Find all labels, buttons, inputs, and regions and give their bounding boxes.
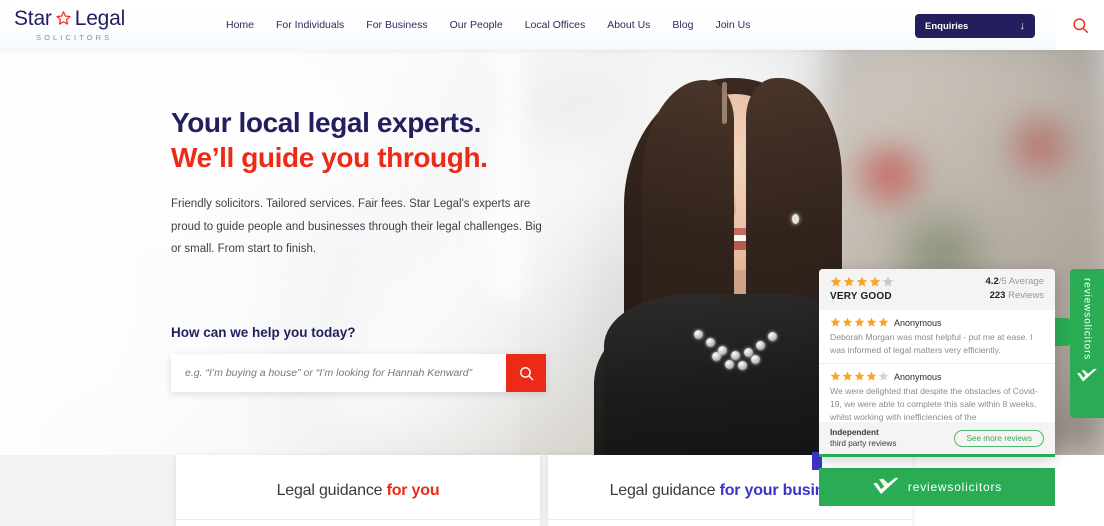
guidance-cards-row: Legal guidance for you Legal guidance fo…: [176, 455, 912, 526]
card-divider: [176, 519, 912, 520]
search-heading: How can we help you today?: [171, 325, 356, 340]
summary-score: 4.2: [985, 276, 999, 287]
nav-item-blog[interactable]: Blog: [672, 19, 693, 31]
hero-search-section: How can we help you today?: [171, 325, 546, 392]
search-input[interactable]: [171, 354, 506, 392]
page-background-strip: [0, 492, 176, 526]
summary-count-suffix: Reviews: [1005, 290, 1044, 301]
summary-review-count: 223 Reviews: [986, 290, 1044, 301]
header-search-toggle[interactable]: [1056, 0, 1104, 50]
star-filled-icon: [843, 276, 855, 287]
summary-score-suffix: /5 Average: [998, 276, 1044, 287]
review-text: Deborah Morgan was most helpful - put me…: [830, 332, 1033, 356]
bg-decor-flowers: [1000, 110, 1080, 180]
review-widget: VERY GOOD 4.2/5 Average 223 Reviews Anon…: [819, 269, 1055, 457]
main-navigation: Home For Individuals For Business Our Pe…: [226, 19, 750, 31]
portrait-necklace: [688, 328, 784, 378]
star-empty-icon: [882, 276, 894, 287]
nav-item-join-us[interactable]: Join Us: [715, 19, 750, 31]
summary-average: 4.2/5 Average: [986, 276, 1044, 287]
search-icon: [519, 366, 533, 380]
guidance-card-accent: for you: [386, 481, 440, 499]
review-list: Anonymous Deborah Morgan was most helpfu…: [819, 310, 1055, 432]
review-item: Anonymous Deborah Morgan was most helpfu…: [819, 310, 1055, 365]
review-author: Anonymous: [894, 371, 942, 382]
star-filled-icon: [854, 317, 865, 327]
nav-item-home[interactable]: Home: [226, 19, 254, 31]
logo-text-legal: Legal: [74, 7, 126, 30]
summary-star-rating: [830, 276, 894, 288]
enquiries-button[interactable]: Enquiries ↓: [915, 14, 1035, 38]
enquiries-button-label: Enquiries: [925, 20, 969, 32]
reviewsolicitors-side-tab[interactable]: reviewsolicitors: [1070, 269, 1104, 418]
star-filled-icon: [878, 317, 889, 327]
logo-text-star: Star: [14, 7, 52, 30]
nav-item-our-people[interactable]: Our People: [450, 19, 503, 31]
checkmark-logo-icon: [1077, 369, 1097, 382]
reviewsolicitors-side-tab-label: reviewsolicitors: [1081, 278, 1093, 361]
hero-body-text: Friendly solicitors. Tailored services. …: [171, 198, 542, 256]
star-filled-icon: [830, 276, 842, 287]
footer-line1: Independent: [830, 427, 879, 437]
site-logo[interactable]: Star Legal SOLICITORS: [14, 8, 134, 42]
nav-item-for-business[interactable]: For Business: [366, 19, 427, 31]
arrow-down-icon: ↓: [1019, 19, 1026, 32]
star-filled-icon: [842, 317, 853, 327]
review-text: We were delighted that despite the obsta…: [830, 386, 1038, 423]
footer-accent-strip: [819, 454, 1055, 457]
summary-verdict: VERY GOOD: [830, 291, 892, 302]
nav-item-local-offices[interactable]: Local Offices: [525, 19, 586, 31]
reviewsolicitors-banner-label: reviewsolicitors: [907, 480, 1003, 494]
search-bar: [171, 354, 546, 392]
search-submit-button[interactable]: [506, 354, 546, 392]
hero-headline-line2: We’ll guide you through.: [171, 141, 488, 173]
reviewsolicitors-banner[interactable]: reviewsolicitors: [819, 468, 1055, 506]
footer-line2: third party reviews: [830, 439, 897, 448]
see-more-reviews-button[interactable]: See more reviews: [954, 429, 1044, 447]
browser-viewport: Star Legal SOLICITORS Home For Individua…: [0, 0, 1104, 526]
checkmark-logo-icon: [873, 477, 899, 494]
star-outline-icon: [56, 11, 71, 25]
review-widget-footer: Independent third party reviews See more…: [819, 422, 1055, 454]
guidance-card-prefix: Legal guidance: [609, 481, 720, 499]
review-author: Anonymous: [894, 317, 942, 328]
nav-item-for-individuals[interactable]: For Individuals: [276, 19, 344, 31]
search-icon: [1072, 17, 1088, 33]
portrait-hair-part: [722, 82, 727, 124]
hero-text-block: Your local legal experts. We’ll guide yo…: [171, 106, 571, 261]
star-filled-icon: [830, 317, 841, 327]
guidance-card-prefix: Legal guidance: [276, 481, 387, 499]
review-widget-summary: VERY GOOD 4.2/5 Average 223 Reviews: [819, 269, 1055, 310]
star-filled-icon: [830, 371, 841, 381]
portrait-earring: [792, 214, 799, 224]
star-filled-icon: [842, 371, 853, 381]
logo-tagline: SOLICITORS: [36, 33, 113, 42]
summary-count-number: 223: [989, 290, 1006, 301]
hero-headline-line1: Your local legal experts.: [171, 107, 482, 138]
star-empty-icon: [878, 371, 889, 381]
site-header: Star Legal SOLICITORS Home For Individua…: [0, 0, 1056, 50]
review-star-rating: [830, 371, 889, 382]
nav-item-about-us[interactable]: About Us: [607, 19, 650, 31]
star-filled-icon: [866, 371, 877, 381]
guidance-card-for-you[interactable]: Legal guidance for you: [176, 455, 540, 526]
review-star-rating: [830, 317, 889, 328]
star-filled-icon: [869, 276, 881, 287]
star-filled-icon: [854, 371, 865, 381]
star-filled-icon: [866, 317, 877, 327]
star-filled-icon: [856, 276, 868, 287]
